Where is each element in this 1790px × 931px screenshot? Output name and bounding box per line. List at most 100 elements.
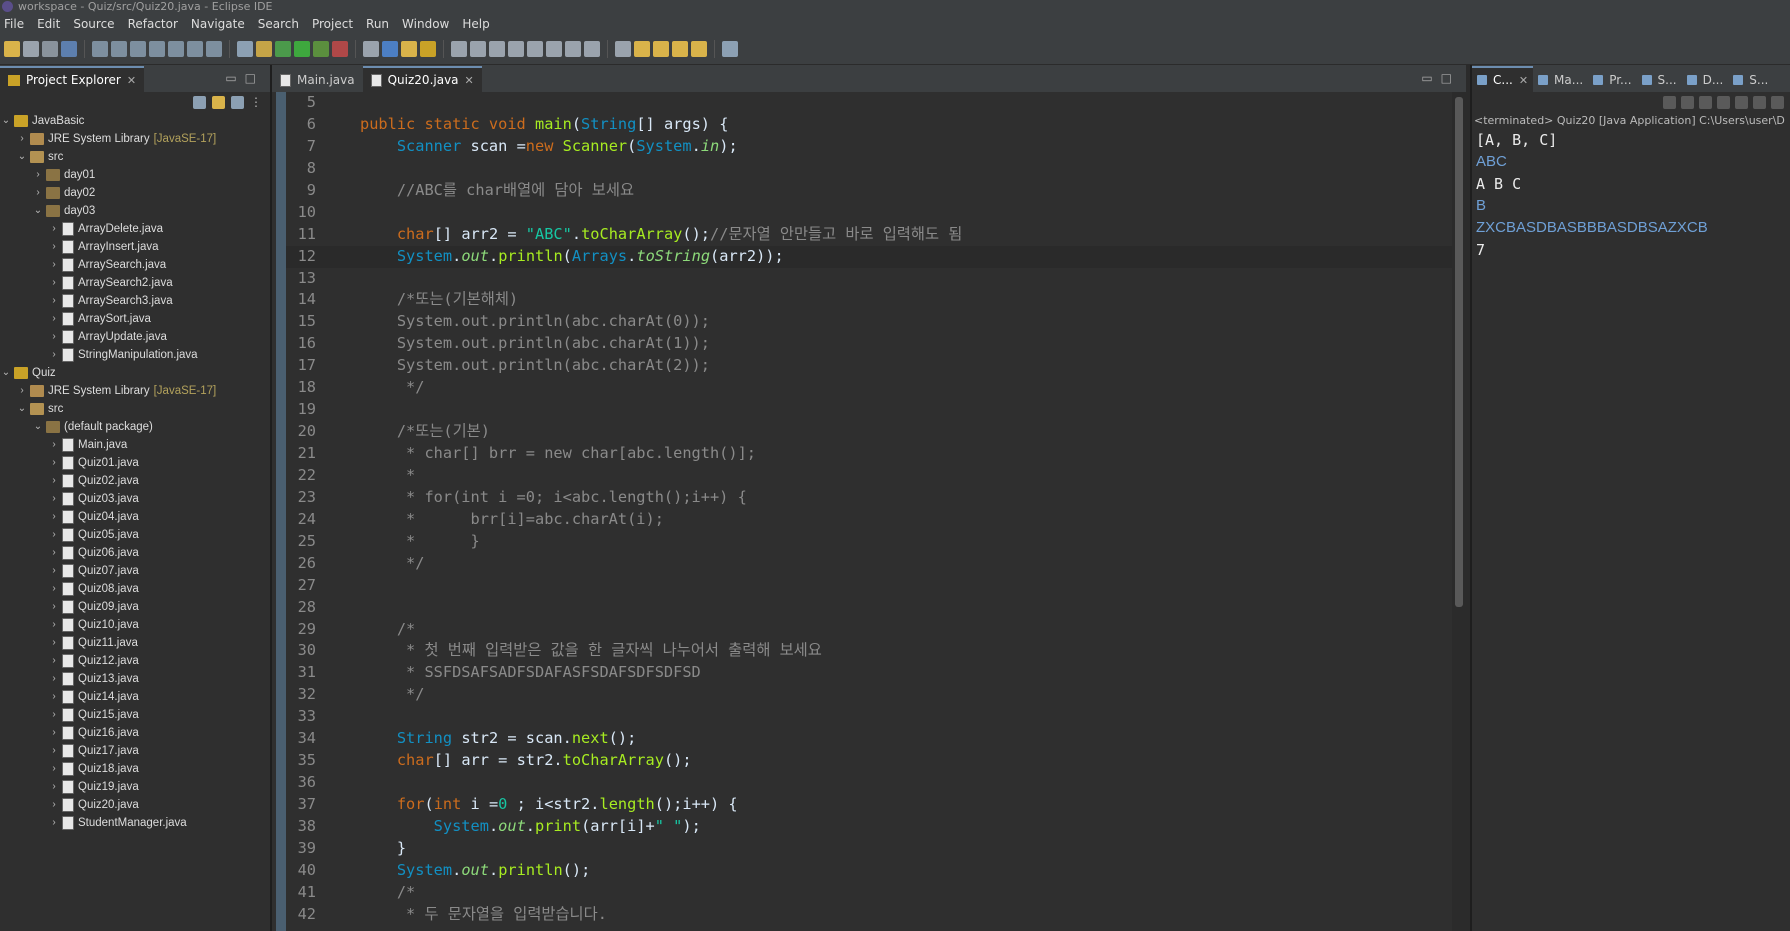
tree-item[interactable]: › day01 [0,166,270,184]
chevron-right-icon[interactable]: › [48,328,60,346]
tree-item[interactable]: ⌄ (default package) [0,418,270,436]
chevron-down-icon[interactable]: ⌄ [32,418,44,436]
tree-item[interactable]: › Quiz06.java [0,544,270,562]
tree-item[interactable]: › Quiz04.java [0,508,270,526]
menu-edit[interactable]: Edit [33,17,69,31]
menu-navigate[interactable]: Navigate [187,17,254,31]
annotation-icon[interactable] [546,41,562,57]
tree-item[interactable]: › Quiz03.java [0,490,270,508]
code-line[interactable]: 41 /* [286,882,1452,904]
chevron-right-icon[interactable]: › [48,436,60,454]
step-over-icon[interactable] [187,41,203,57]
remove-launch-icon[interactable] [1681,95,1694,109]
suspend-icon[interactable] [111,41,127,57]
code-line[interactable]: 32 */ [286,684,1452,706]
tree-item[interactable]: › Quiz20.java [0,796,270,814]
code-line[interactable]: 26 */ [286,553,1452,575]
code-line[interactable]: 29 /* [286,619,1452,641]
tree-item[interactable]: › ArraySearch2.java [0,274,270,292]
chevron-down-icon[interactable]: ⌄ [0,364,12,382]
chevron-right-icon[interactable]: › [48,652,60,670]
code-line[interactable]: 7 Scanner scan =new Scanner(System.in); [286,136,1452,158]
toggle-mark-icon[interactable] [451,41,467,57]
terminate-icon[interactable] [130,41,146,57]
tree-item[interactable]: ⌄ day03 [0,202,270,220]
tree-item[interactable]: › Quiz11.java [0,634,270,652]
minimize-maximize-controls[interactable]: ▭□ [1421,71,1460,85]
chevron-right-icon[interactable]: › [16,130,28,148]
close-icon[interactable]: ✕ [1519,74,1528,87]
code-line[interactable]: 25 * } [286,531,1452,553]
chevron-right-icon[interactable]: › [48,274,60,292]
code-line[interactable]: 42 * 두 문자열을 입력받습니다. [286,904,1452,926]
tree-item[interactable]: › Quiz12.java [0,652,270,670]
chevron-right-icon[interactable]: › [48,310,60,328]
console-tab[interactable]: S... [1637,68,1682,92]
chevron-right-icon[interactable]: › [48,814,60,832]
next-annotation-icon[interactable] [565,41,581,57]
tree-item[interactable]: › Main.java [0,436,270,454]
code-line[interactable]: 34 String str2 = scan.next(); [286,728,1452,750]
filter-icon[interactable] [231,95,244,109]
code-line[interactable]: 11 char[] arr2 = "ABC".toCharArray();//문… [286,224,1452,246]
show-whitespace-icon[interactable] [527,41,543,57]
chevron-right-icon[interactable]: › [48,220,60,238]
tree-item[interactable]: › Quiz09.java [0,598,270,616]
code-line[interactable]: 18 */ [286,377,1452,399]
code-line[interactable]: 8 [286,158,1452,180]
tree-item[interactable]: › Quiz17.java [0,742,270,760]
close-icon[interactable]: ✕ [127,74,136,87]
console-tab[interactable]: C... ✕ [1472,66,1534,92]
chevron-right-icon[interactable]: › [48,796,60,814]
chevron-right-icon[interactable]: › [48,706,60,724]
new-icon[interactable] [4,41,20,57]
editor-scrollbar[interactable] [1452,92,1466,931]
tree-item[interactable]: › Quiz16.java [0,724,270,742]
remove-all-icon[interactable] [1699,95,1712,109]
code-line[interactable]: 12 System.out.println(Arrays.toString(ar… [286,245,1452,268]
chevron-right-icon[interactable]: › [48,508,60,526]
clear-console-icon[interactable] [1717,95,1730,109]
code-line[interactable]: 23 * for(int i =0; i<abc.length();i++) { [286,487,1452,509]
code-line[interactable]: 16 System.out.println(abc.charAt(1)); [286,333,1452,355]
chevron-right-icon[interactable]: › [48,616,60,634]
forward-icon[interactable] [653,41,669,57]
code-line[interactable]: 28 [286,597,1452,619]
new-java-project-icon[interactable] [363,41,379,57]
tree-item[interactable]: › Quiz01.java [0,454,270,472]
search-icon[interactable] [420,41,436,57]
tree-item[interactable]: › ArraySearch.java [0,256,270,274]
chevron-right-icon[interactable]: › [48,598,60,616]
highlight-icon[interactable] [470,41,486,57]
navigate-forward-icon[interactable] [691,41,707,57]
scroll-lock-icon[interactable] [1735,95,1748,109]
new-package-icon[interactable] [382,41,398,57]
menu-run[interactable]: Run [362,17,398,31]
pin-console-icon[interactable] [1771,95,1784,109]
console-tab[interactable]: Ma... [1533,68,1588,92]
block-selection-icon[interactable] [489,41,505,57]
code-line[interactable]: 27 [286,575,1452,597]
code-line[interactable]: 9 //ABC를 char배열에 담아 보세요 [286,180,1452,202]
external-run-icon[interactable] [332,41,348,57]
tree-item[interactable]: › Quiz08.java [0,580,270,598]
view-menu-icon[interactable]: ⋮ [250,95,262,109]
step-return-icon[interactable] [206,41,222,57]
chevron-right-icon[interactable]: › [48,238,60,256]
minimize-maximize-controls[interactable]: ▭□ [225,71,264,85]
pin-editor-icon[interactable] [722,41,738,57]
code-line[interactable]: 35 char[] arr = str2.toCharArray(); [286,750,1452,772]
chevron-down-icon[interactable]: ⌄ [0,112,12,130]
navigate-back-icon[interactable] [672,41,688,57]
tab-main-java[interactable]: Main.java [272,68,363,92]
chevron-right-icon[interactable]: › [48,724,60,742]
code-line[interactable]: 19 [286,399,1452,421]
code-line[interactable]: 30 * 첫 번째 입력받은 값을 한 글자씩 나누어서 출력해 보세요 [286,640,1452,662]
console-tab[interactable]: D... [1682,68,1729,92]
back-icon[interactable] [634,41,650,57]
menu-search[interactable]: Search [254,17,308,31]
code-line[interactable]: 22 * [286,465,1452,487]
code-line[interactable]: 37 for(int i =0 ; i<str2.length();i++) { [286,794,1452,816]
tree-item[interactable]: › Quiz15.java [0,706,270,724]
code-line[interactable]: 31 * SSFDSAFSADFSDAFASFSDAFSDFSDFSD [286,662,1452,684]
